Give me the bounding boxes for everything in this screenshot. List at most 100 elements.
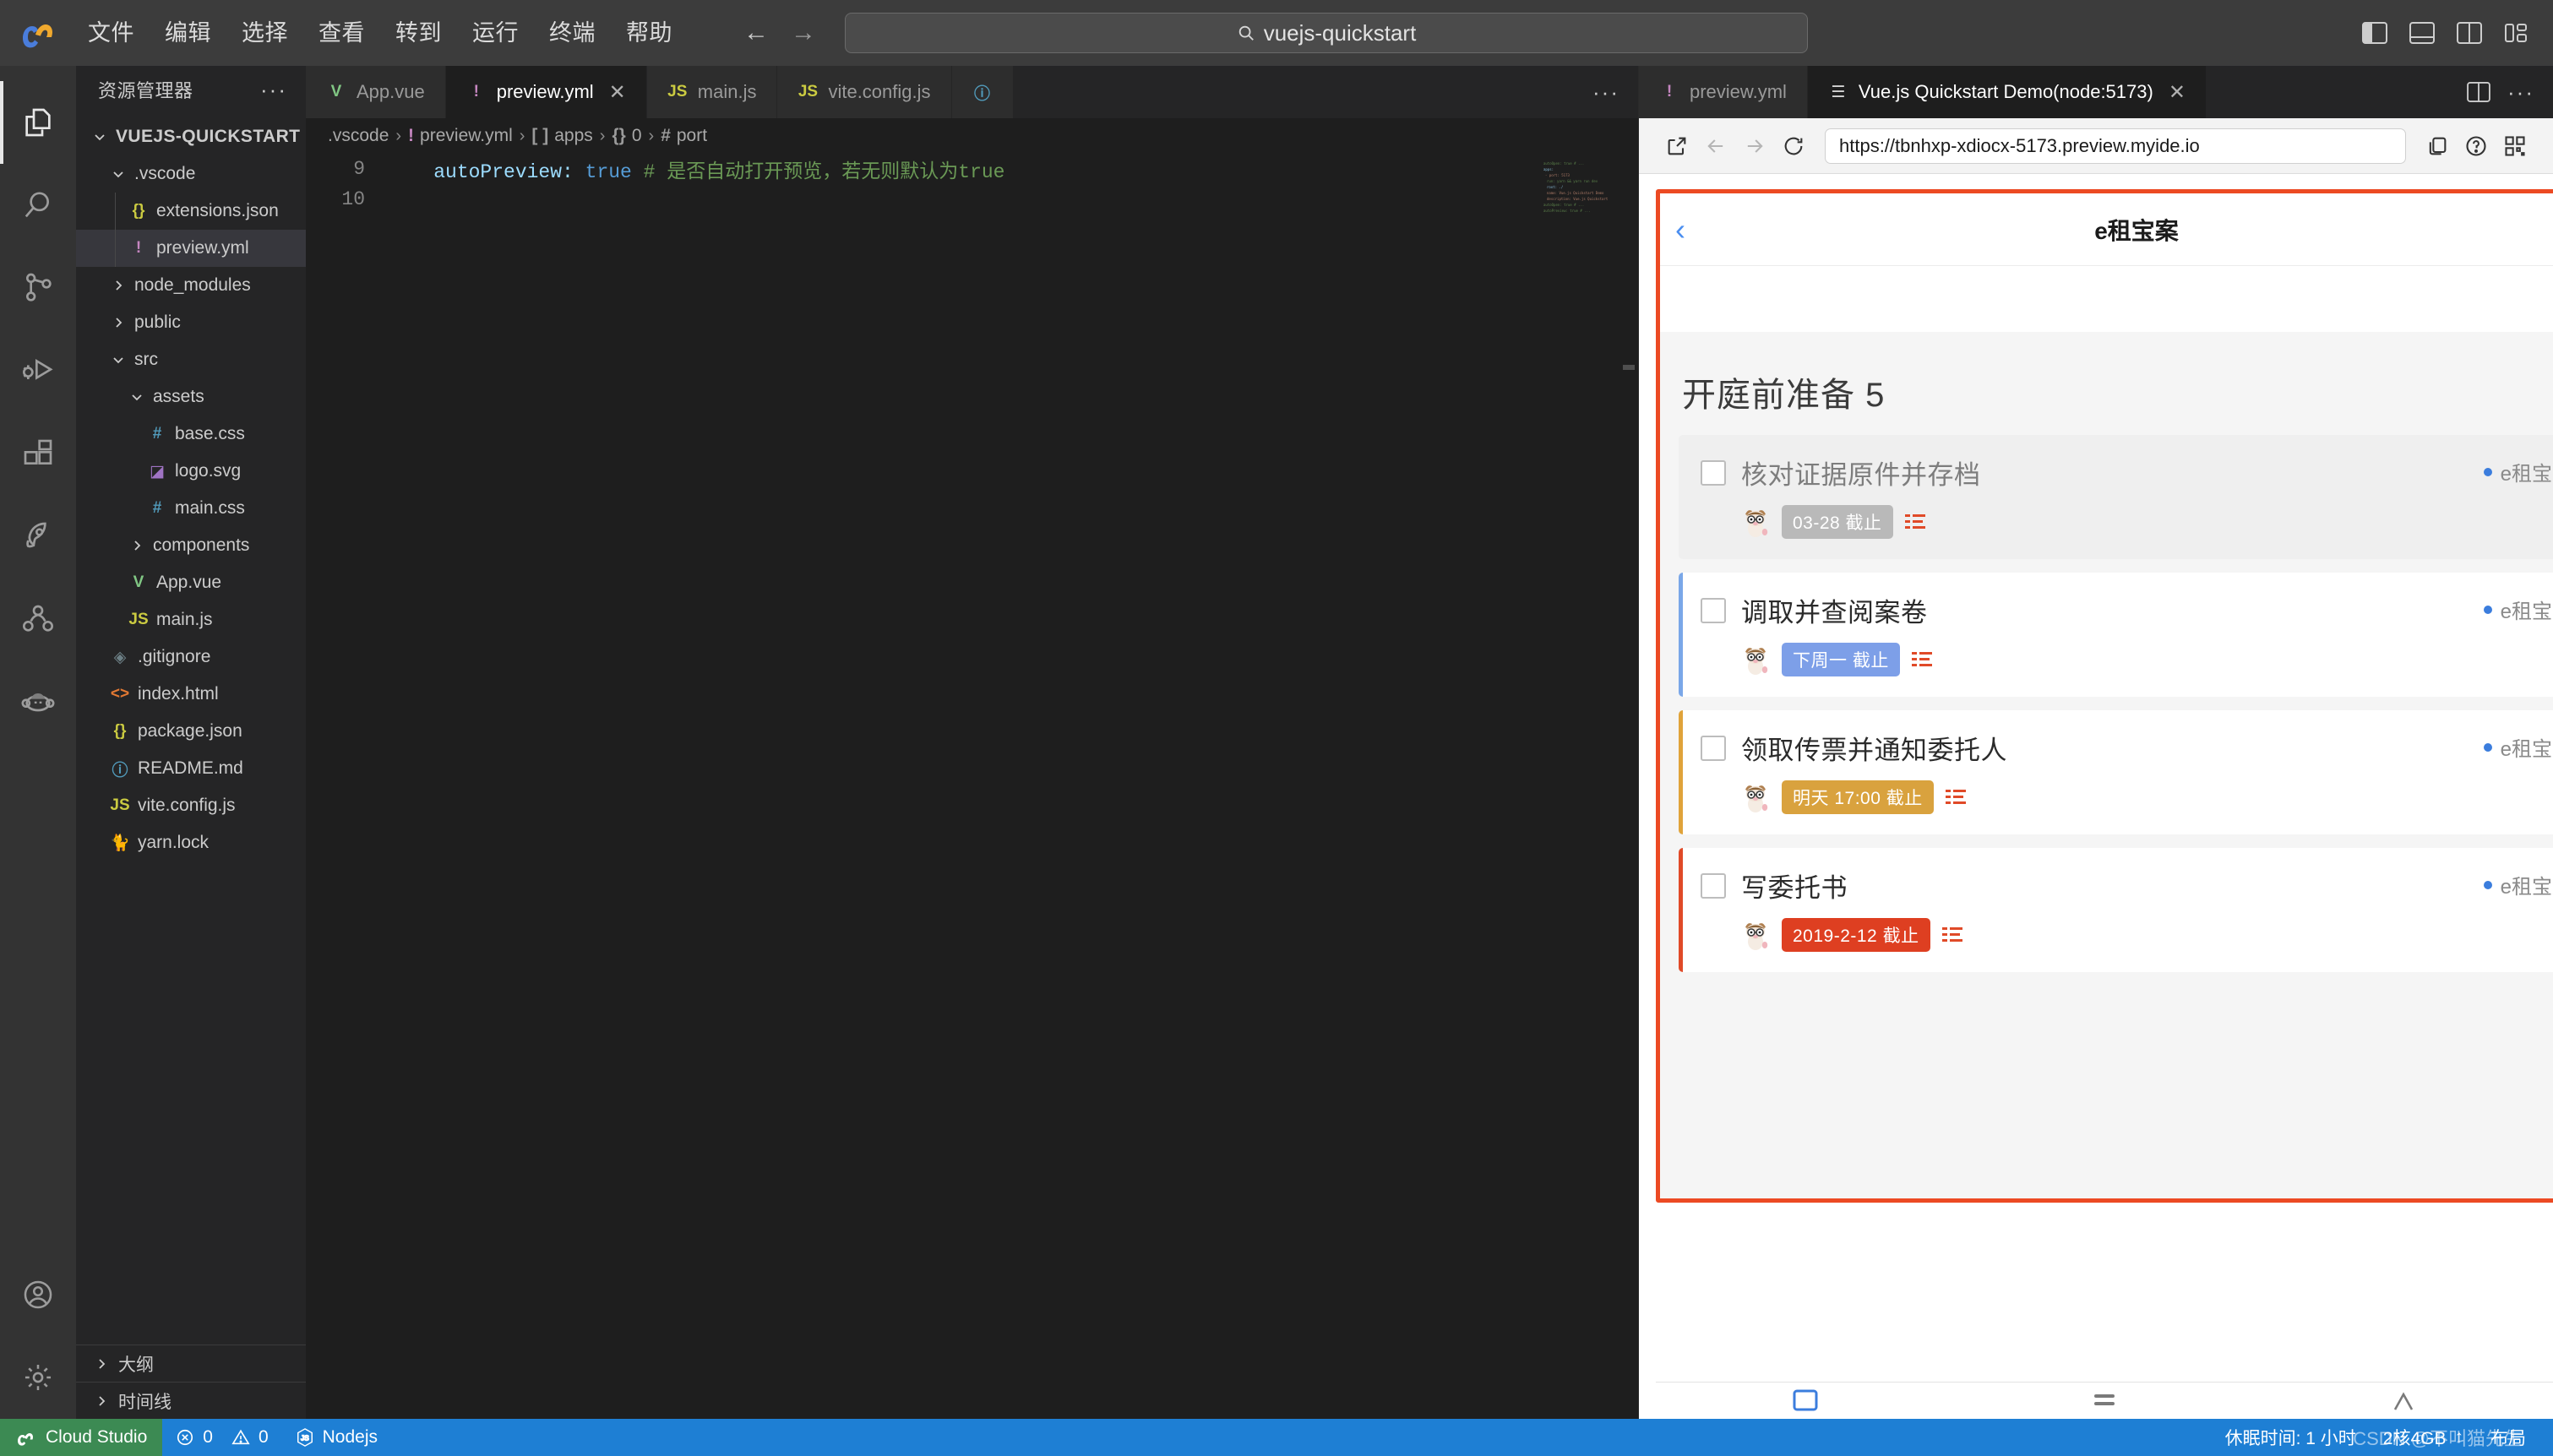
breadcrumb-item-preview-yml[interactable]: ! preview.yml xyxy=(408,126,513,146)
activity-item-deploy[interactable] xyxy=(0,495,76,578)
task-project-tag[interactable]: e租宝案 xyxy=(2483,591,2553,624)
task-project-tag[interactable]: e租宝案 xyxy=(2483,867,2553,899)
editor-tab-preview-yml[interactable]: ! preview.yml ✕ xyxy=(445,66,647,118)
sidebar-section-大纲[interactable]: 大纲 xyxy=(76,1345,306,1382)
editor-scrollbar[interactable] xyxy=(1623,365,1635,370)
close-icon[interactable]: ✕ xyxy=(609,80,626,105)
task-checkbox[interactable] xyxy=(1701,459,1726,486)
menu-view[interactable]: 查看 xyxy=(303,14,380,52)
list-tab-icon[interactable] xyxy=(2087,1388,2122,1413)
tree-row-app-vue[interactable]: V App.vue xyxy=(76,564,306,601)
status-cloud-studio[interactable]: Cloud Studio xyxy=(0,1419,163,1456)
subtask-list-icon[interactable] xyxy=(1911,650,1932,669)
preview-help-button[interactable] xyxy=(2457,127,2496,166)
editor-tab-info[interactable]: ⓘ xyxy=(951,66,1014,118)
profile-tab-icon[interactable] xyxy=(2386,1388,2421,1413)
menu-run[interactable]: 运行 xyxy=(457,14,534,52)
breadcrumb-item-port[interactable]: # port xyxy=(661,126,707,146)
menu-edit[interactable]: 编辑 xyxy=(150,14,226,52)
activity-item-collaboration[interactable] xyxy=(0,578,76,660)
tree-row--gitignore[interactable]: ◈ .gitignore xyxy=(76,638,306,676)
preview-copy-button[interactable] xyxy=(2418,127,2457,166)
tree-row-preview-yml[interactable]: ! preview.yml xyxy=(76,230,306,267)
activity-item-run-debug[interactable] xyxy=(0,329,76,412)
editor-tab-main-js[interactable]: JS main.js xyxy=(646,66,778,118)
chevron-left-icon[interactable]: ‹ xyxy=(1675,214,1685,245)
arrow-right-icon[interactable]: → xyxy=(791,19,816,47)
menu-select[interactable]: 选择 xyxy=(226,14,303,52)
activity-item-ai-assistant[interactable] xyxy=(0,660,76,743)
preview-url-input[interactable]: https://tbnhxp-xdiocx-5173.preview.myide… xyxy=(1825,128,2406,164)
code-editor[interactable]: 9 autoPreview: true # 是否自动打开预览，若无则默认为tru… xyxy=(306,154,1638,1419)
activity-item-source-control[interactable] xyxy=(0,247,76,329)
tree-row-public[interactable]: public xyxy=(76,304,306,341)
editor-tab-app-vue[interactable]: V App.vue xyxy=(306,66,446,118)
menu-terminal[interactable]: 终端 xyxy=(534,14,611,52)
task-project-tag[interactable]: e租宝案 xyxy=(2483,454,2553,486)
tree-row-extensions-json[interactable]: {} extensions.json xyxy=(76,193,306,230)
editor-more-actions[interactable]: ··· xyxy=(1592,80,1619,103)
status-spec[interactable]: 2核4GB ↑ xyxy=(2370,1425,2477,1450)
quick-search-input[interactable]: vuejs-quickstart xyxy=(845,13,1808,53)
subtask-list-icon[interactable] xyxy=(1941,926,1962,944)
activity-item-extensions[interactable] xyxy=(0,412,76,495)
tree-row-main-js[interactable]: JS main.js xyxy=(76,601,306,638)
tree-row-package-json[interactable]: {} package.json xyxy=(76,713,306,750)
activity-item-search[interactable] xyxy=(0,164,76,247)
preview-more-actions[interactable]: ··· xyxy=(2507,80,2534,103)
menu-help[interactable]: 帮助 xyxy=(611,14,688,52)
split-editor-icon[interactable] xyxy=(2467,82,2490,102)
tree-row-readme-md[interactable]: ⓘ README.md xyxy=(76,750,306,787)
tree-row-logo-svg[interactable]: ◪ logo.svg xyxy=(76,453,306,490)
status-problems[interactable]: 0 0 xyxy=(162,1419,281,1456)
preview-tab-preview-yml[interactable]: ! preview.yml xyxy=(1639,66,1808,118)
preview-tab-vue-js-quickstart-demo-node-5173-[interactable]: ☰ Vue.js Quickstart Demo(node:5173) ✕ xyxy=(1807,66,2207,118)
activity-item-account[interactable] xyxy=(0,1253,76,1336)
tree-row-index-html[interactable]: <> index.html xyxy=(76,676,306,713)
task-item[interactable]: 调取并查阅案卷下周一 截止 e租宝案 xyxy=(1679,573,2553,697)
task-item[interactable]: 领取传票并通知委托人明天 17:00 截止 e租宝案 xyxy=(1679,710,2553,834)
activity-item-settings[interactable] xyxy=(0,1336,76,1419)
tree-row-main-css[interactable]: # main.css xyxy=(76,490,306,527)
tree-row-node-modules[interactable]: node_modules xyxy=(76,267,306,304)
tree-row-root[interactable]: VUEJS-QUICKSTART xyxy=(76,118,306,155)
subtask-list-icon[interactable] xyxy=(1904,513,1925,531)
tree-row-vite-config-js[interactable]: JS vite.config.js xyxy=(76,787,306,824)
breadcrumb-item-0[interactable]: {} 0 xyxy=(612,126,641,146)
status-layout[interactable]: 布局 xyxy=(2477,1425,2539,1450)
open-external-button[interactable] xyxy=(1658,127,1696,166)
task-item[interactable]: 核对证据原件并存档 03-28 截止 e租宝案 xyxy=(1679,435,2553,559)
sidebar-section-时间线[interactable]: 时间线 xyxy=(76,1382,306,1419)
minimap[interactable]: autoOpen: true # ... apps: - port: 5173 … xyxy=(1542,159,1619,258)
toggle-secondary-sidebar-icon[interactable] xyxy=(2457,22,2482,44)
tasks-tab-icon[interactable] xyxy=(1788,1388,1823,1413)
tree-row-src[interactable]: src xyxy=(76,341,306,378)
task-checkbox[interactable] xyxy=(1701,735,1726,761)
explorer-more-actions[interactable]: ··· xyxy=(260,78,287,101)
preview-forward-button[interactable] xyxy=(1735,127,1774,166)
task-checkbox[interactable] xyxy=(1701,872,1726,899)
status-sleep-time[interactable]: 休眠时间: 1 小时 xyxy=(2212,1425,2370,1450)
close-icon[interactable]: ✕ xyxy=(2169,80,2186,105)
task-item[interactable]: 写委托书 2019-2-12 截止 e租宝案 xyxy=(1679,848,2553,972)
task-project-tag[interactable]: e租宝案 xyxy=(2483,729,2553,762)
activity-item-explorer[interactable] xyxy=(0,81,76,164)
tree-row-base-css[interactable]: # base.css xyxy=(76,416,306,453)
breadcrumb-item--vscode[interactable]: .vscode xyxy=(328,126,389,146)
app-logo[interactable] xyxy=(0,16,73,50)
tree-row--vscode[interactable]: .vscode xyxy=(76,155,306,193)
menu-file[interactable]: 文件 xyxy=(73,14,150,52)
toggle-primary-sidebar-icon[interactable] xyxy=(2362,22,2387,44)
breadcrumb-item-apps[interactable]: [ ] apps xyxy=(531,126,592,146)
subtask-list-icon[interactable] xyxy=(1945,788,1966,807)
preview-back-button[interactable] xyxy=(1696,127,1735,166)
arrow-left-icon[interactable]: ← xyxy=(743,19,769,47)
task-checkbox[interactable] xyxy=(1701,597,1726,623)
preview-reload-button[interactable] xyxy=(1774,127,1813,166)
preview-qrcode-button[interactable] xyxy=(2496,127,2534,166)
customize-layout-icon[interactable] xyxy=(2504,22,2529,44)
menu-goto[interactable]: 转到 xyxy=(380,14,457,52)
toggle-panel-icon[interactable] xyxy=(2409,22,2435,44)
tree-row-assets[interactable]: assets xyxy=(76,378,306,416)
editor-tab-vite-config-js[interactable]: JS vite.config.js xyxy=(777,66,952,118)
